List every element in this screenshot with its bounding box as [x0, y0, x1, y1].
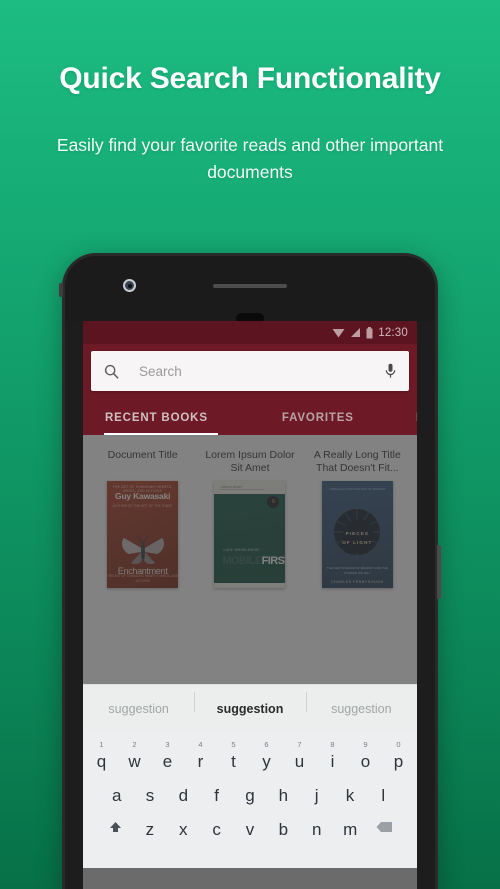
key-h[interactable]: h: [267, 770, 300, 804]
key-l[interactable]: l: [367, 770, 400, 804]
key-num: 2: [132, 740, 137, 749]
suggestion-chip-active[interactable]: suggestion: [194, 691, 305, 716]
key-q[interactable]: 1q: [85, 739, 118, 770]
key-label: r: [197, 752, 204, 771]
dim-overlay[interactable]: [83, 435, 417, 684]
key-x[interactable]: x: [167, 804, 200, 838]
key-d[interactable]: d: [167, 770, 200, 804]
key-r[interactable]: 4r: [184, 739, 217, 770]
search-bar[interactable]: Search: [91, 351, 409, 391]
keyboard-row-2: a s d f g h j k l: [83, 770, 417, 804]
on-screen-keyboard: 1q 2w 3e 4r 5t 6y 7u 8i 9o 0p a s d f g …: [83, 732, 417, 868]
phone-screen: 12:30 Search RECENT BOOKS FAVORITES D: [83, 321, 417, 889]
cellular-signal-icon: [351, 328, 361, 337]
key-w[interactable]: 2w: [118, 739, 151, 770]
book-list-content: Document Title THE ART OF CHANGING HEART…: [83, 435, 417, 684]
key-z[interactable]: z: [133, 804, 166, 838]
key-label: i: [330, 752, 335, 771]
page-subtitle: Easily find your favorite reads and othe…: [56, 135, 444, 183]
keyboard-row-3: z x c v b n m: [83, 804, 417, 838]
key-num: 6: [264, 740, 269, 749]
suggestion-chip[interactable]: suggestion: [305, 691, 417, 716]
search-icon: [104, 364, 119, 379]
key-num: 5: [231, 740, 236, 749]
tab-favorites[interactable]: FAVORITES: [282, 412, 354, 435]
suggestion-chip[interactable]: suggestion: [83, 702, 194, 716]
key-p[interactable]: 0p: [382, 739, 415, 770]
status-bar-time: 12:30: [378, 326, 408, 339]
key-num: 4: [198, 740, 203, 749]
front-camera-icon: [123, 279, 136, 292]
key-y[interactable]: 6y: [250, 739, 283, 770]
key-num: 3: [165, 740, 170, 749]
key-num: 9: [363, 740, 368, 749]
key-e[interactable]: 3e: [151, 739, 184, 770]
key-f[interactable]: f: [200, 770, 233, 804]
page-title: Quick Search Functionality: [59, 62, 441, 95]
earpiece-speaker-icon: [213, 284, 287, 288]
key-label: u: [294, 752, 305, 771]
key-a[interactable]: a: [100, 770, 133, 804]
key-num: 7: [297, 740, 302, 749]
key-c[interactable]: c: [200, 804, 233, 838]
key-label: t: [231, 752, 236, 771]
wifi-icon: [332, 329, 345, 338]
status-bar: 12:30: [83, 321, 417, 344]
phone-mockup: 12:30 Search RECENT BOOKS FAVORITES D: [59, 253, 441, 889]
key-label: o: [360, 752, 371, 771]
tab-bar: RECENT BOOKS FAVORITES D: [83, 399, 417, 435]
keyboard-row-1: 1q 2w 3e 4r 5t 6y 7u 8i 9o 0p: [83, 739, 417, 770]
key-label: p: [393, 752, 404, 771]
shift-key[interactable]: [97, 804, 133, 833]
backspace-key[interactable]: [367, 804, 403, 833]
key-label: y: [262, 752, 271, 771]
suggestion-bar: suggestion suggestion suggestion: [83, 684, 417, 732]
volume-button[interactable]: [59, 283, 63, 297]
key-label: e: [162, 752, 173, 771]
key-num: 8: [330, 740, 335, 749]
key-k[interactable]: k: [333, 770, 366, 804]
phone-top-bezel: [65, 256, 435, 323]
shift-arrow-icon: [109, 822, 121, 832]
promo-text-block: Quick Search Functionality Easily find y…: [0, 0, 500, 186]
key-o[interactable]: 9o: [349, 739, 382, 770]
power-button[interactable]: [437, 545, 441, 599]
key-u[interactable]: 7u: [283, 739, 316, 770]
key-j[interactable]: j: [300, 770, 333, 804]
search-input[interactable]: Search: [139, 364, 385, 379]
key-s[interactable]: s: [133, 770, 166, 804]
key-m[interactable]: m: [333, 804, 366, 838]
key-b[interactable]: b: [267, 804, 300, 838]
key-v[interactable]: v: [233, 804, 266, 838]
app-bar: Search: [83, 344, 417, 399]
key-label: q: [96, 752, 107, 771]
key-g[interactable]: g: [233, 770, 266, 804]
key-t[interactable]: 5t: [217, 739, 250, 770]
key-n[interactable]: n: [300, 804, 333, 838]
key-label: w: [128, 752, 141, 771]
tab-documents[interactable]: D: [416, 412, 417, 435]
key-i[interactable]: 8i: [316, 739, 349, 770]
key-num: 0: [396, 740, 401, 749]
key-num: 1: [99, 740, 104, 749]
backspace-icon: [376, 822, 393, 832]
battery-icon: [366, 326, 373, 338]
microphone-icon[interactable]: [385, 363, 396, 379]
